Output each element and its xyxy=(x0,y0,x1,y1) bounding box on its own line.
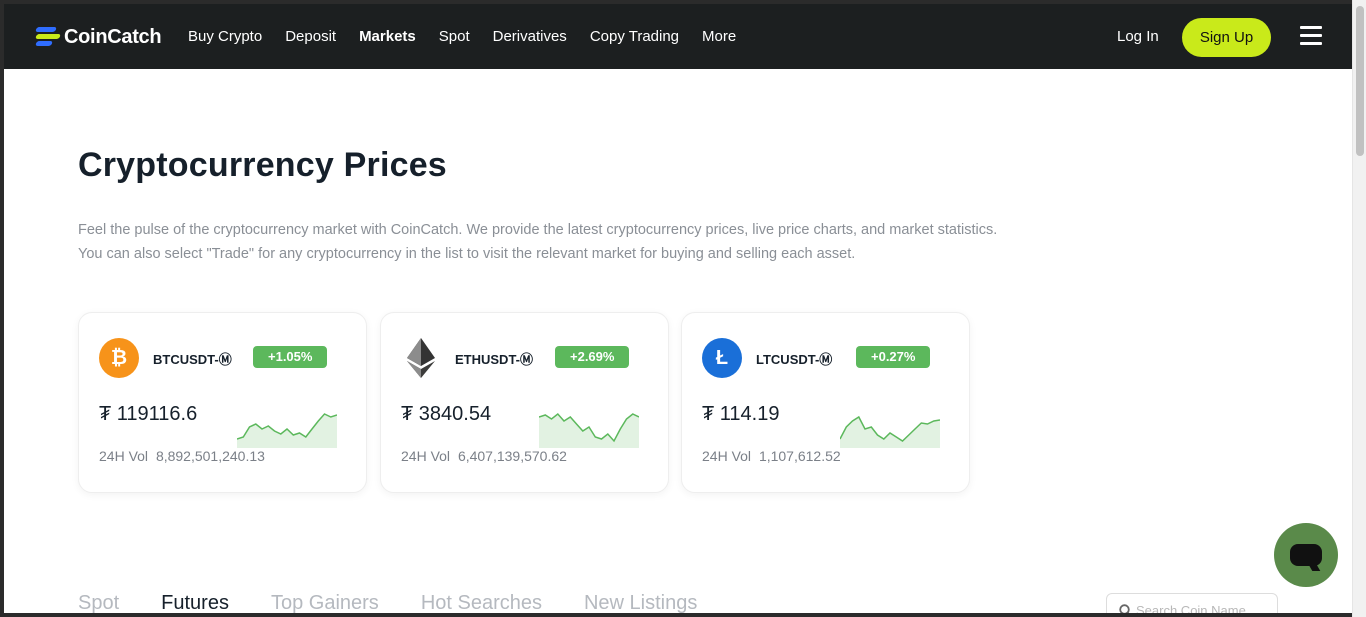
tab-hot-searches[interactable]: Hot Searches xyxy=(421,592,542,613)
nav-copy-trading[interactable]: Copy Trading xyxy=(590,28,679,45)
pair-name: ETHUSDT-Ⓜ xyxy=(455,352,534,367)
ethereum-icon xyxy=(401,338,441,378)
nav-spot[interactable]: Spot xyxy=(439,28,470,45)
page-intro: Feel the pulse of the cryptocurrency mar… xyxy=(78,222,998,262)
logo[interactable]: CoinCatch xyxy=(34,24,162,50)
nav-deposit[interactable]: Deposit xyxy=(285,28,336,45)
bitcoin-icon: ₿ xyxy=(99,338,139,378)
price: ₮ 3840.54 xyxy=(401,403,492,425)
scrollbar-thumb[interactable] xyxy=(1356,6,1364,156)
coin-search xyxy=(1106,593,1278,613)
login-link[interactable]: Log In xyxy=(1117,28,1159,45)
search-icon xyxy=(1119,603,1130,613)
change-badge: +0.27% xyxy=(856,346,931,368)
sparkline-chart xyxy=(840,415,940,448)
sparkline-area xyxy=(539,414,639,448)
page-scrollbar[interactable] xyxy=(1352,0,1366,617)
volume: 24H Vol 6,407,139,570.62 xyxy=(401,448,567,464)
pair-name: BTCUSDT-Ⓜ xyxy=(153,352,232,367)
nav-buy-crypto[interactable]: Buy Crypto xyxy=(188,28,262,45)
nav-markets[interactable]: Markets xyxy=(359,28,416,45)
market-card-ltc[interactable]: Ł LTCUSDT-Ⓜ +0.27% ₮ 114.19 24H Vol 1,10… xyxy=(681,312,970,493)
market-card-eth[interactable]: ETHUSDT-Ⓜ +2.69% ₮ 3840.54 24H Vol 6,407… xyxy=(380,312,669,493)
sparkline-chart xyxy=(237,413,337,448)
sparkline-chart xyxy=(539,412,639,448)
sparkline-area xyxy=(237,414,337,448)
change-badge: +2.69% xyxy=(555,346,630,368)
tab-top-gainers[interactable]: Top Gainers xyxy=(271,592,379,613)
litecoin-icon: Ł xyxy=(702,338,742,378)
nav-more[interactable]: More xyxy=(702,28,736,45)
tab-new-listings[interactable]: New Listings xyxy=(584,592,697,613)
page-frame: CoinCatch Buy Crypto Deposit Markets Spo… xyxy=(4,4,1352,613)
price: ₮ 119116.6 xyxy=(99,403,198,425)
coincatch-logo-icon xyxy=(34,24,61,50)
search-input[interactable] xyxy=(1136,602,1276,613)
price: ₮ 114.19 xyxy=(702,403,780,425)
page-title: Cryptocurrency Prices xyxy=(78,146,447,184)
main-menu: Buy Crypto Deposit Markets Spot Derivati… xyxy=(188,28,759,45)
logo-text: CoinCatch xyxy=(64,25,162,48)
change-badge: +1.05% xyxy=(253,346,328,368)
market-card-btc[interactable]: ₿ BTCUSDT-Ⓜ +1.05% ₮ 119116.6 24H Vol 8,… xyxy=(78,312,367,493)
chat-icon xyxy=(1290,544,1322,566)
volume: 24H Vol 1,107,612.52 xyxy=(702,448,841,464)
chat-support-button[interactable] xyxy=(1274,523,1338,587)
hamburger-menu-icon[interactable] xyxy=(1300,26,1322,46)
pair-name: LTCUSDT-Ⓜ xyxy=(756,352,833,367)
market-tabs: Spot Futures Top Gainers Hot Searches Ne… xyxy=(78,592,739,613)
top-navbar: CoinCatch Buy Crypto Deposit Markets Spo… xyxy=(4,4,1352,69)
nav-derivatives[interactable]: Derivatives xyxy=(493,28,567,45)
tab-futures[interactable]: Futures xyxy=(161,592,229,613)
tab-spot[interactable]: Spot xyxy=(78,592,119,613)
signup-button[interactable]: Sign Up xyxy=(1182,18,1271,57)
volume: 24H Vol 8,892,501,240.13 xyxy=(99,448,265,464)
